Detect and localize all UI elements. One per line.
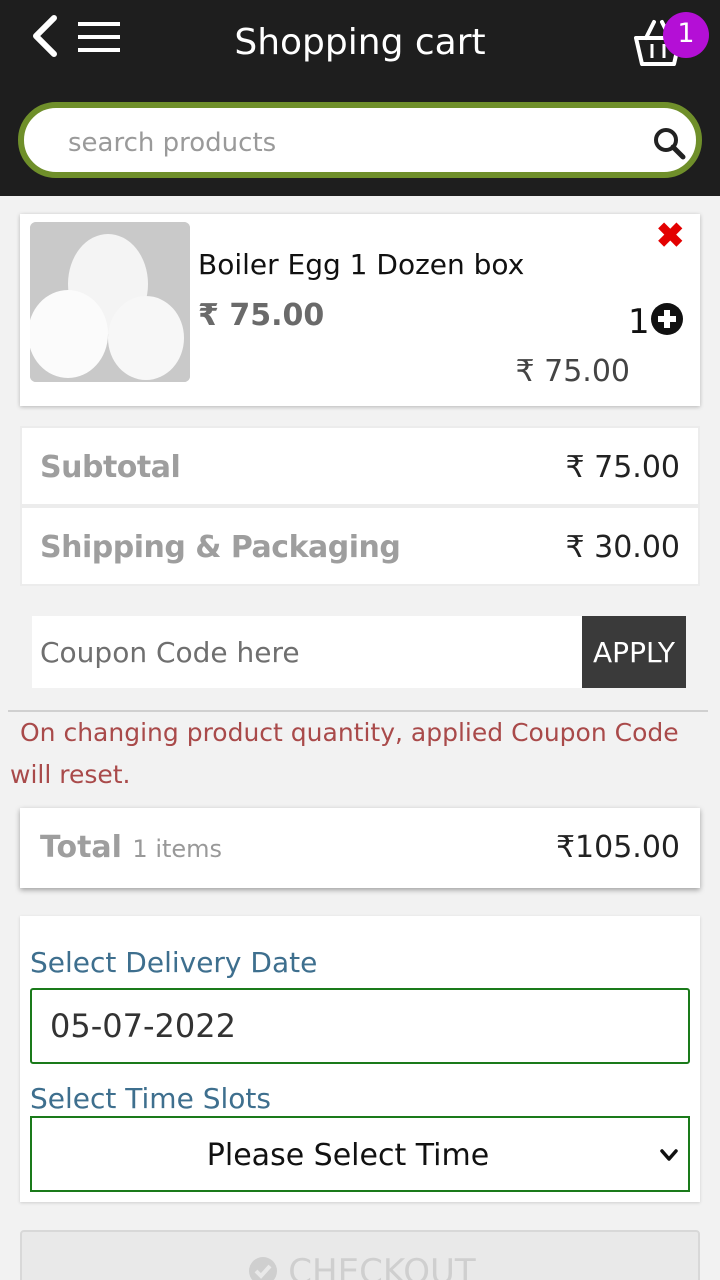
checkout-button[interactable]: CHECKOUT bbox=[20, 1230, 700, 1280]
total-value: ₹105.00 bbox=[555, 830, 680, 865]
cart-item-card: Boiler Egg 1 Dozen box ₹ 75.00 ✖ 1 ₹ 75.… bbox=[20, 214, 700, 406]
subtotal-label: Subtotal bbox=[40, 450, 181, 485]
app-header: Shopping cart 1 bbox=[0, 0, 720, 196]
checkout-content: CHECKOUT bbox=[22, 1252, 702, 1280]
increase-quantity-icon[interactable] bbox=[650, 302, 684, 336]
search-bar bbox=[18, 102, 702, 178]
shipping-value: ₹ 30.00 bbox=[565, 530, 680, 565]
product-name[interactable]: Boiler Egg 1 Dozen box bbox=[198, 248, 524, 281]
shipping-label: Shipping & Packaging bbox=[40, 530, 401, 565]
cart-count-badge[interactable]: 1 bbox=[663, 12, 709, 58]
subtotal-row: Subtotal ₹ 75.00 bbox=[20, 426, 700, 506]
line-total: ₹ 75.00 bbox=[515, 354, 630, 389]
search-icon[interactable] bbox=[652, 126, 686, 160]
subtotal-value: ₹ 75.00 bbox=[565, 450, 680, 485]
page-title: Shopping cart bbox=[234, 22, 486, 63]
delivery-date-input[interactable] bbox=[30, 988, 690, 1064]
coupon-code-input[interactable] bbox=[32, 616, 582, 688]
time-slot-select[interactable]: Please Select Time bbox=[30, 1116, 690, 1192]
delivery-panel: Select Delivery Date Select Time Slots P… bbox=[20, 916, 700, 1202]
coupon-form: APPLY bbox=[32, 616, 686, 688]
delivery-date-label: Select Delivery Date bbox=[30, 946, 318, 979]
total-items-count: 1 items bbox=[132, 835, 223, 863]
search-input[interactable] bbox=[68, 126, 628, 160]
time-slot-label: Select Time Slots bbox=[30, 1082, 271, 1115]
eggs-image bbox=[30, 222, 190, 382]
total-label: Total 1 items bbox=[40, 830, 222, 865]
quantity-value: 1 bbox=[628, 302, 650, 342]
product-price: ₹ 75.00 bbox=[198, 298, 325, 333]
chevron-down-icon bbox=[660, 1149, 678, 1161]
total-row: Total 1 items ₹105.00 bbox=[20, 808, 700, 888]
checkout-label: CHECKOUT bbox=[288, 1252, 476, 1280]
total-label-text: Total bbox=[40, 830, 122, 865]
time-slot-selected: Please Select Time bbox=[206, 1138, 490, 1173]
coupon-reset-notice: On changing product quantity, applied Co… bbox=[10, 718, 679, 789]
product-image[interactable] bbox=[30, 222, 190, 382]
check-circle-icon bbox=[249, 1257, 278, 1280]
remove-item-icon[interactable]: ✖ bbox=[656, 216, 685, 256]
apply-coupon-button[interactable]: APPLY bbox=[582, 616, 686, 688]
shipping-row: Shipping & Packaging ₹ 30.00 bbox=[20, 506, 700, 586]
